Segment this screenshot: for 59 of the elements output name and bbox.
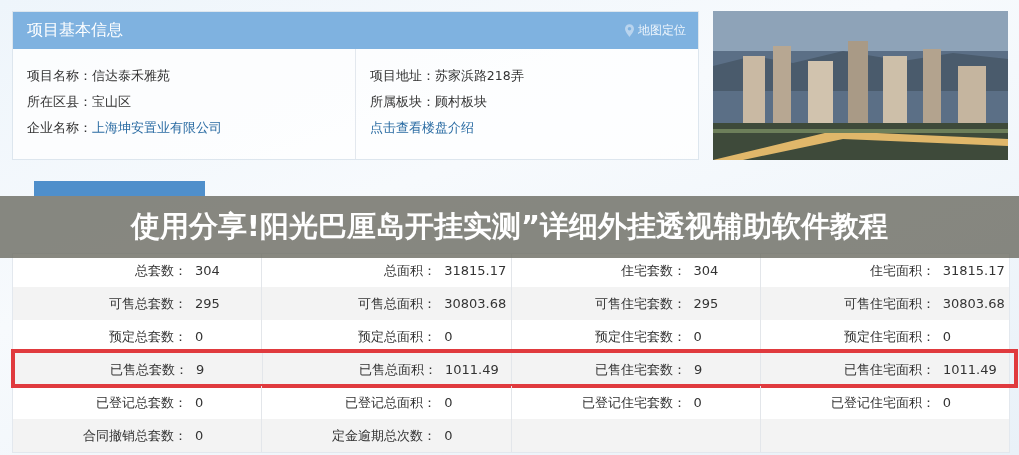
field-value: 信达泰禾雅苑 (92, 67, 170, 85)
table-label: 已登记住宅套数： (580, 393, 686, 412)
table-label: 已售住宅面积： (843, 360, 935, 379)
table-value: 30803.68 (443, 296, 507, 311)
field-value: 顾村板块 (434, 93, 487, 111)
table-value: 0 (194, 395, 204, 410)
table-value: 0 (941, 395, 952, 410)
table-label: 总套数： (134, 261, 187, 280)
field-label: 所在区县： (27, 93, 92, 111)
tab[interactable] (34, 181, 205, 196)
table-label: 已登记住宅面积： (829, 393, 935, 412)
banner-text: 使用分享!阳光巴厘岛开挂实测”详细外挂透视辅助软件教程 (130, 208, 889, 245)
table-label: 住宅面积： (868, 261, 935, 280)
info-link[interactable]: 上海坤安置业有限公司 (92, 119, 222, 137)
table-value: 0 (692, 395, 702, 410)
field-label: 所属板块： (369, 93, 435, 111)
field-label: 项目名称： (27, 67, 92, 85)
field-value: 宝山区 (92, 93, 131, 111)
card-title: 项目基本信息 (27, 20, 123, 41)
location-pin-icon (624, 24, 634, 37)
table-value: 304 (692, 263, 719, 278)
table-label: 已售住宅套数： (594, 360, 686, 379)
table-value: 0 (692, 329, 702, 344)
table-label: 总面积： (383, 261, 437, 280)
table-label: 可售住宅面积： (842, 294, 935, 313)
table-value: 304 (194, 263, 220, 278)
table-value: 9 (195, 362, 205, 377)
table-value: 295 (692, 296, 719, 311)
table-label: 预定总面积： (357, 327, 437, 346)
table-label: 已售总面积： (358, 360, 437, 379)
table-label: 已登记总套数： (95, 393, 187, 412)
table-value: 30803.68 (941, 296, 1005, 311)
table-label: 预定住宅面积： (842, 327, 935, 346)
table-value: 295 (194, 296, 220, 311)
table-label: 可售总面积： (357, 294, 437, 313)
table-value: 0 (194, 428, 204, 443)
field-label: 项目地址： (369, 67, 435, 85)
table-label: 可售住宅套数： (593, 294, 686, 313)
table-value: 0 (941, 329, 952, 344)
table-value: 1011.49 (444, 362, 499, 377)
field-label: 企业名称： (27, 119, 92, 137)
table-label: 合同撤销总套数： (82, 426, 187, 445)
info-link[interactable]: 点击查看楼盘介绍 (369, 119, 474, 137)
table-value: 31815.17 (443, 263, 507, 278)
table-value: 0 (443, 395, 453, 410)
table-value: 1011.49 (942, 362, 997, 377)
table-label: 已售总套数： (109, 360, 188, 379)
table-value: 9 (693, 362, 703, 377)
table-label: 可售总套数： (108, 294, 187, 313)
table-value: 0 (443, 329, 453, 344)
field-value: 苏家浜路218弄 (434, 67, 524, 85)
table-label: 定金逾期总次数： (331, 426, 437, 445)
table-label: 已登记总面积： (344, 393, 437, 412)
table-value: 0 (194, 329, 204, 344)
table-label: 预定总套数： (108, 327, 187, 346)
table-value: 0 (443, 428, 453, 443)
table-label: 预定住宅套数： (593, 327, 686, 346)
table-label: 住宅套数： (619, 261, 686, 280)
table-value: 31815.17 (941, 263, 1005, 278)
